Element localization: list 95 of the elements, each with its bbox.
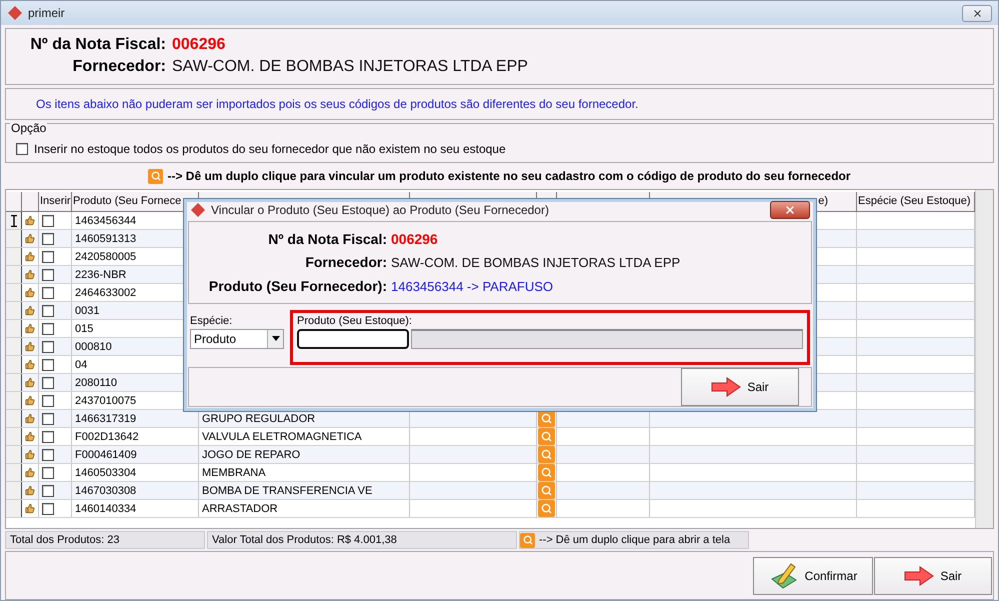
thumbs-up-icon	[25, 213, 35, 228]
close-icon	[784, 204, 796, 216]
status-total: Total dos Produtos: 23	[5, 531, 205, 549]
thumbs-up-icon	[25, 447, 35, 462]
arrow-icon	[711, 377, 742, 397]
row-checkbox[interactable]	[42, 412, 54, 424]
table-cell: ARRASTADOR	[199, 500, 410, 517]
row-checkbox[interactable]	[42, 340, 54, 352]
thumbs-up-icon	[25, 267, 35, 282]
thumbs-up-icon	[25, 411, 35, 426]
exit-button[interactable]: Sair	[681, 368, 799, 406]
column-header: Espécie (Seu Estoque)	[858, 195, 971, 207]
especie-dropdown[interactable]: Produto	[190, 328, 284, 349]
table-cell: F002D13642	[72, 428, 199, 445]
group-legend: Opção	[10, 121, 48, 135]
row-checkbox[interactable]	[42, 286, 54, 298]
row-checkbox[interactable]	[42, 394, 54, 406]
confirm-button[interactable]: Confirmar	[753, 556, 873, 594]
table-cell: F000461409	[72, 446, 199, 463]
table-cell: 1467030308	[72, 482, 199, 499]
column-header: Inserir	[40, 195, 71, 207]
exit-button[interactable]: Sair	[874, 556, 992, 594]
table-cell: VALVULA ELETROMAGNETICA	[199, 428, 410, 445]
search-icon	[541, 413, 552, 424]
thumbs-up-icon	[25, 393, 35, 408]
search-icon	[541, 485, 552, 496]
status-hint: --> Dê um duplo clique para abrir a tela	[519, 531, 749, 549]
thumbs-up-icon	[25, 339, 35, 354]
fornecedor-label: Fornecedor:	[72, 58, 166, 76]
row-checkbox[interactable]	[42, 358, 54, 370]
fornecedor-value: SAW-COM. DE BOMBAS INJETORAS LTDA EPP	[172, 58, 529, 76]
close-icon	[972, 8, 982, 18]
checkbox[interactable]	[16, 143, 28, 155]
search-icon	[520, 532, 535, 548]
thumbs-up-icon	[25, 375, 35, 390]
thumbs-up-icon	[25, 501, 35, 516]
thumbs-up-icon	[25, 483, 35, 498]
row-checkbox[interactable]	[42, 502, 54, 514]
scrollbar[interactable]	[975, 190, 993, 528]
produto-label: Produto (Seu Fornecedor):	[208, 278, 387, 294]
row-checkbox[interactable]	[42, 304, 54, 316]
info-message: Os itens abaixo não puderam ser importados pois os seus códigos de produtos são diferentes do seu fornecedor.	[35, 96, 640, 113]
fornecedor-label: Fornecedor:	[304, 254, 387, 270]
thumbs-up-icon	[25, 465, 35, 480]
table-cell: BOMBA DE TRANSFERENCIA VE	[199, 482, 410, 499]
table-cell: 1460140334	[72, 500, 199, 517]
produto-value: 1463456344 -> PARAFUSO	[391, 279, 554, 294]
row-checkbox[interactable]	[42, 448, 54, 460]
row-checkbox[interactable]	[42, 430, 54, 442]
nota-label: Nº da Nota Fiscal:	[267, 230, 387, 247]
row-checkbox[interactable]	[42, 232, 54, 244]
input-field[interactable]	[297, 328, 409, 349]
table-cell: MEMBRANA	[199, 464, 410, 481]
fornecedor-value: SAW-COM. DE BOMBAS INJETORAS LTDA EPP	[391, 255, 682, 270]
dialog-title: Vincular o Produto (Seu Estoque) ao Produto (Seu Fornecedor)	[211, 202, 550, 217]
row-checkbox[interactable]	[42, 268, 54, 280]
column-header: Produto (Seu Fornece	[73, 195, 182, 207]
thumbs-up-icon	[25, 357, 35, 372]
search-icon	[148, 168, 164, 184]
pencil-on-paper-icon	[768, 560, 799, 590]
thumbs-up-icon	[25, 303, 35, 318]
app-logo-icon	[7, 5, 23, 21]
caret-icon	[272, 336, 280, 342]
search-icon	[541, 449, 552, 460]
row-checkbox[interactable]	[42, 322, 54, 334]
column-header: e)	[818, 195, 828, 207]
row-checkbox[interactable]	[42, 484, 54, 496]
app-logo-icon	[190, 202, 206, 218]
field-label: Produto (Seu Estoque):	[297, 314, 413, 327]
thumbs-up-icon	[25, 249, 35, 264]
description-field[interactable]	[411, 328, 803, 349]
search-icon	[541, 431, 552, 442]
nota-value: 006296	[391, 230, 439, 247]
nota-value: 006296	[172, 36, 226, 54]
row-checkbox[interactable]	[42, 376, 54, 388]
row-checkbox[interactable]	[42, 250, 54, 262]
arrow-icon	[904, 566, 934, 586]
hint-text: --> Dê um duplo clique para vincular um produto existente no seu cadastro com o código de produto do seu fornecedor	[167, 169, 851, 183]
row-checkbox[interactable]	[42, 466, 54, 478]
table-cell: 1460503304	[72, 464, 199, 481]
checkbox-label: Inserir no estoque todos os produtos do seu fornecedor que não existem no seu estoque	[34, 142, 506, 156]
close-button[interactable]	[770, 200, 810, 219]
nota-label: Nº da Nota Fiscal:	[29, 36, 166, 54]
current-row-icon	[10, 214, 16, 226]
thumbs-up-icon	[25, 231, 35, 246]
status-valor: Valor Total dos Produtos: R$ 4.001,38	[207, 531, 517, 549]
search-icon	[541, 503, 552, 514]
thumbs-up-icon	[25, 321, 35, 336]
thumbs-up-icon	[25, 429, 35, 444]
search-icon	[541, 467, 552, 478]
thumbs-up-icon	[25, 285, 35, 300]
close-button[interactable]	[962, 4, 992, 22]
window-title: primeir	[28, 6, 66, 20]
row-checkbox[interactable]	[42, 214, 54, 226]
table-cell: JOGO DE REPARO	[199, 446, 410, 463]
